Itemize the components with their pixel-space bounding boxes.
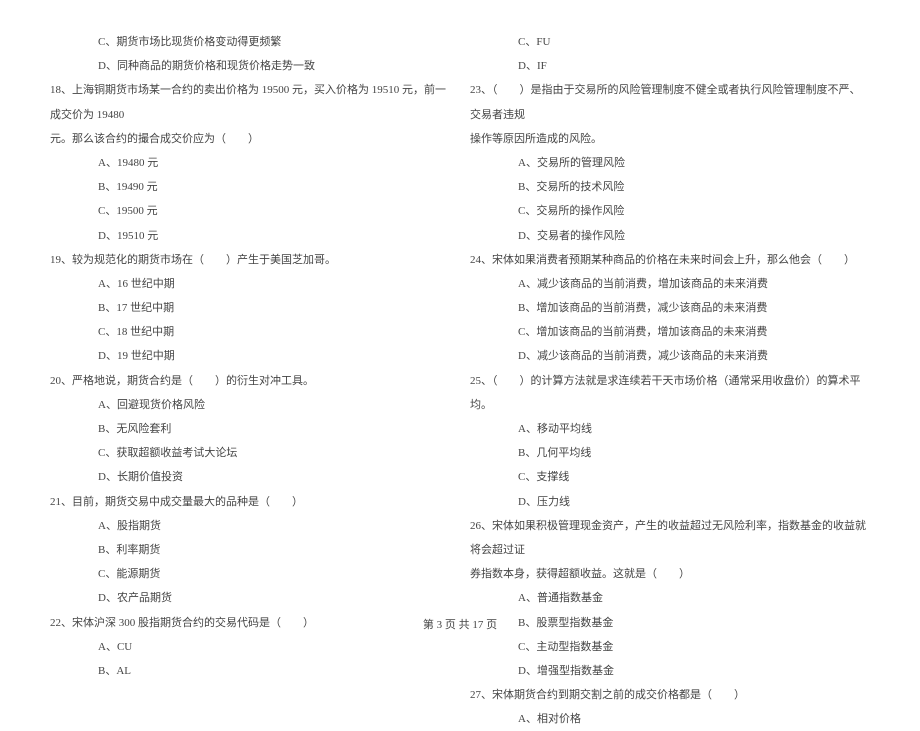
text-line: D、农产品期货 — [50, 586, 450, 610]
text-line: B、19490 元 — [50, 175, 450, 199]
text-line: C、主动型指数基金 — [470, 635, 870, 659]
text-line: C、获取超额收益考试大论坛 — [50, 441, 450, 465]
text-line: 元。那么该合约的撮合成交价应为（ ） — [50, 127, 450, 151]
text-line: A、19480 元 — [50, 151, 450, 175]
text-line: 券指数本身，获得超额收益。这就是（ ） — [470, 562, 870, 586]
text-line: D、19 世纪中期 — [50, 344, 450, 368]
text-line: 27、宋体期货合约到期交割之前的成交价格都是（ ） — [470, 683, 870, 707]
text-line: 26、宋体如果积极管理现金资产，产生的收益超过无风险利率，指数基金的收益就将会超… — [470, 514, 870, 562]
text-line: C、18 世纪中期 — [50, 320, 450, 344]
text-line: 23、（ ）是指由于交易所的风险管理制度不健全或者执行风险管理制度不严、交易者违… — [470, 78, 870, 126]
text-line: D、19510 元 — [50, 224, 450, 248]
text-line: C、交易所的操作风险 — [470, 199, 870, 223]
text-line: A、CU — [50, 635, 450, 659]
text-line: 19、较为规范化的期货市场在（ ）产生于美国芝加哥。 — [50, 248, 450, 272]
text-line: B、几何平均线 — [470, 441, 870, 465]
text-line: D、交易者的操作风险 — [470, 224, 870, 248]
text-line: D、增强型指数基金 — [470, 659, 870, 683]
text-line: 20、严格地说，期货合约是（ ）的衍生对冲工具。 — [50, 369, 450, 393]
text-line: D、压力线 — [470, 490, 870, 514]
text-line: C、能源期货 — [50, 562, 450, 586]
text-line: 24、宋体如果消费者预期某种商品的价格在未来时间会上升，那么他会（ ） — [470, 248, 870, 272]
text-line: A、16 世纪中期 — [50, 272, 450, 296]
text-line: B、无风险套利 — [50, 417, 450, 441]
text-line: 18、上海铜期货市场某一合约的卖出价格为 19500 元，买入价格为 19510… — [50, 78, 450, 126]
text-line: A、交易所的管理风险 — [470, 151, 870, 175]
text-line: D、IF — [470, 54, 870, 78]
page-footer: 第 3 页 共 17 页 — [0, 616, 920, 632]
text-line: B、利率期货 — [50, 538, 450, 562]
text-line: A、回避现货价格风险 — [50, 393, 450, 417]
text-line: D、长期价值投资 — [50, 465, 450, 489]
text-line: 21、目前，期货交易中成交量最大的品种是（ ） — [50, 490, 450, 514]
text-line: A、减少该商品的当前消费，增加该商品的未来消费 — [470, 272, 870, 296]
text-line: C、FU — [470, 30, 870, 54]
text-line: 操作等原因所造成的风险。 — [470, 127, 870, 151]
text-line: A、股指期货 — [50, 514, 450, 538]
text-line: D、同种商品的期货价格和现货价格走势一致 — [50, 54, 450, 78]
text-line: B、增加该商品的当前消费，减少该商品的未来消费 — [470, 296, 870, 320]
text-line: A、普通指数基金 — [470, 586, 870, 610]
text-line: A、移动平均线 — [470, 417, 870, 441]
text-line: C、增加该商品的当前消费，增加该商品的未来消费 — [470, 320, 870, 344]
text-line: B、交易所的技术风险 — [470, 175, 870, 199]
text-line: C、支撑线 — [470, 465, 870, 489]
text-line: A、相对价格 — [470, 707, 870, 731]
text-line: B、AL — [50, 659, 450, 683]
text-line: C、期货市场比现货价格变动得更频繁 — [50, 30, 450, 54]
text-line: D、减少该商品的当前消费，减少该商品的未来消费 — [470, 344, 870, 368]
text-line: B、17 世纪中期 — [50, 296, 450, 320]
text-line: C、19500 元 — [50, 199, 450, 223]
text-line: 25、（ ）的计算方法就是求连续若干天市场价格（通常采用收盘价）的算术平均。 — [470, 369, 870, 417]
